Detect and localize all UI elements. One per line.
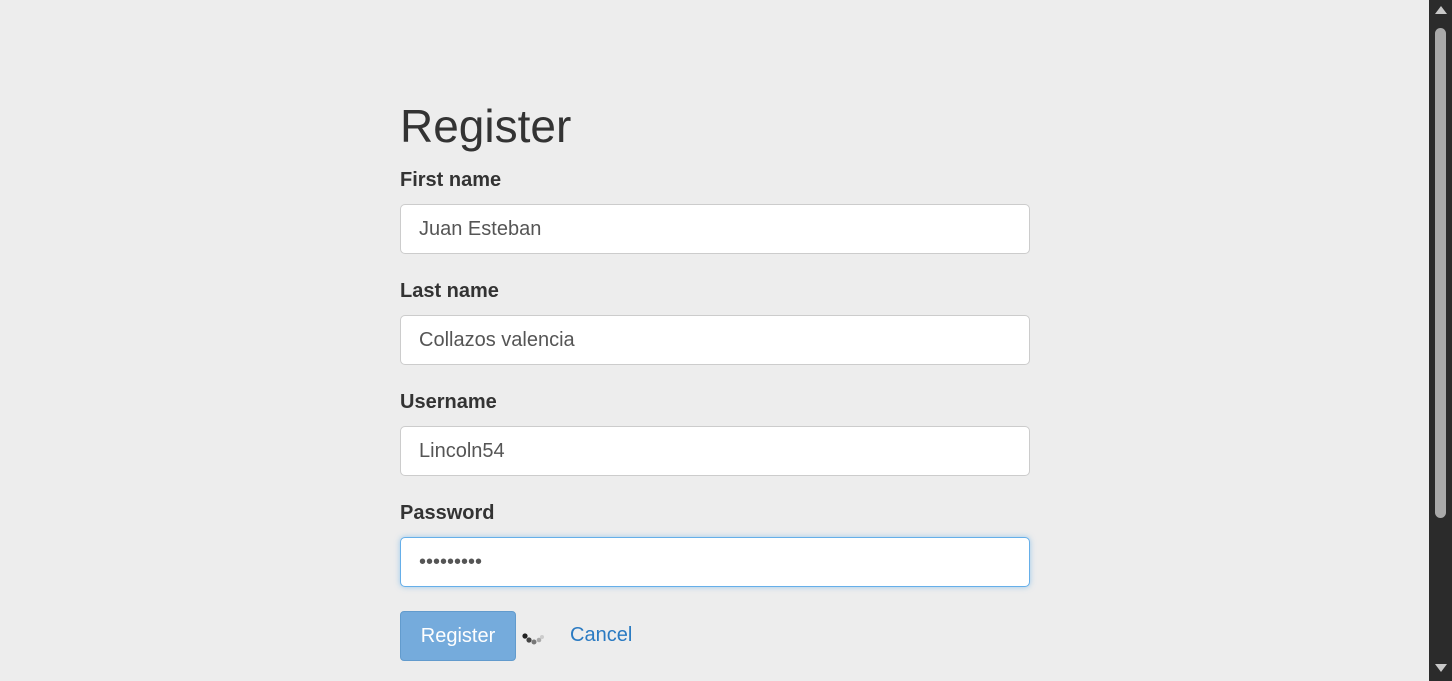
last-name-field[interactable] [400,315,1030,365]
password-field[interactable] [400,537,1030,587]
vertical-scrollbar[interactable] [1429,0,1452,681]
scrollbar-thumb[interactable] [1435,28,1446,518]
scroll-down-arrow-icon[interactable] [1435,664,1447,672]
last-name-label: Last name [400,280,499,302]
password-group: Password [400,501,1030,525]
register-button[interactable]: Register [400,611,516,661]
password-label: Password [400,502,495,524]
page-viewport: Register First name Last name Username P… [0,0,1429,681]
spinner-icon [522,633,544,645]
scroll-up-arrow-icon[interactable] [1435,6,1447,14]
page-title: Register [400,100,572,152]
register-form: Register First name Last name Username P… [400,96,1030,661]
username-label: Username [400,391,497,413]
first-name-label: First name [400,169,502,191]
first-name-field[interactable] [400,204,1030,254]
username-field[interactable] [400,426,1030,476]
cancel-link[interactable]: Cancel [570,611,632,659]
first-name-group: First name [400,168,1030,192]
last-name-group: Last name [400,279,1030,303]
username-group: Username [400,390,1030,414]
